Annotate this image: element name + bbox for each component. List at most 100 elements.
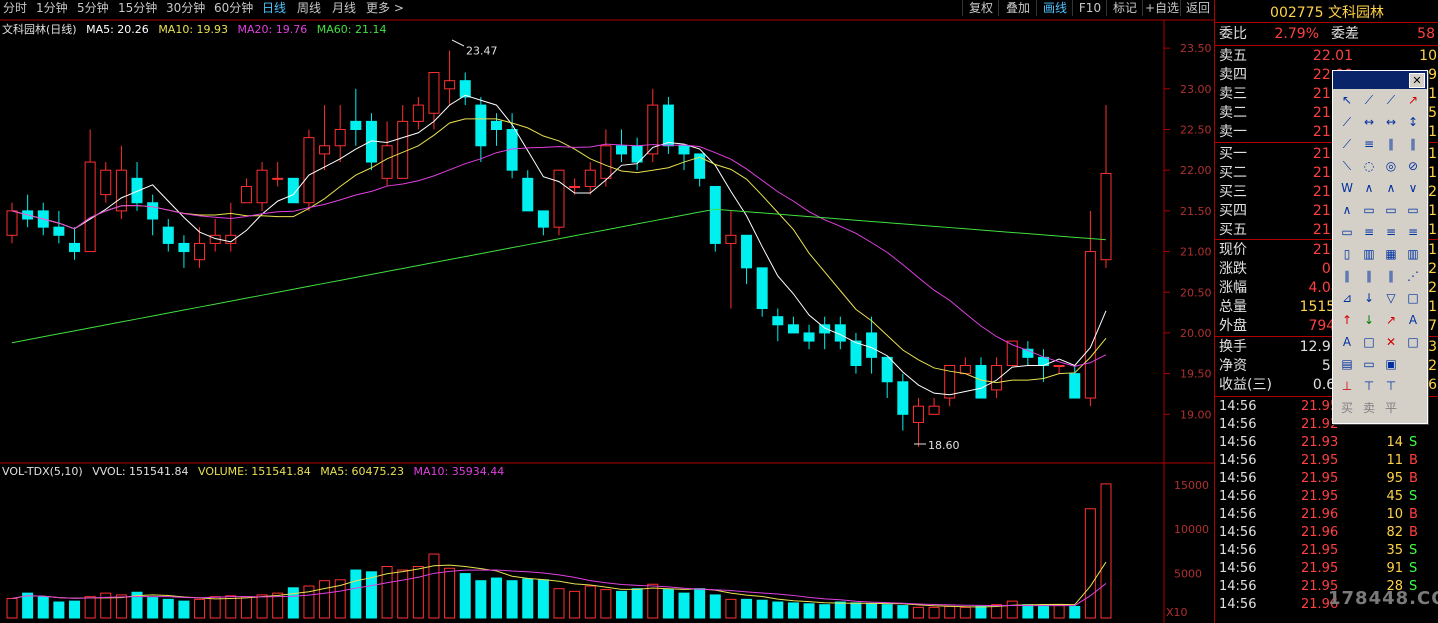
volume-bar [506, 580, 518, 619]
draw-tool-icon[interactable]: ⟍ [1337, 157, 1357, 175]
period-more[interactable]: 更多 > [366, 1, 404, 15]
ma10-label: MA10: 19.93 [158, 23, 229, 36]
draw-tool-icon[interactable]: ▯ [1337, 245, 1357, 263]
draw-tool-icon[interactable]: ◌ [1359, 157, 1379, 175]
period-60min[interactable]: 60分钟 [214, 1, 253, 15]
row-extra: 7 [1428, 318, 1437, 334]
draw-tool-icon[interactable]: □ [1359, 333, 1379, 351]
diejia-button[interactable]: 叠加 [998, 0, 1037, 16]
draw-tool-icon[interactable]: ↑ [1337, 311, 1357, 329]
draw-tool-icon[interactable]: 买 [1337, 399, 1357, 417]
volume-bar [350, 569, 362, 619]
draw-tool-icon[interactable]: ▥ [1359, 245, 1379, 263]
draw-tool-icon[interactable]: ↓ [1359, 311, 1379, 329]
draw-tool-icon[interactable]: ▭ [1359, 355, 1379, 373]
draw-tool-icon[interactable]: ↔ [1359, 113, 1379, 131]
period-monthly[interactable]: 月线 [332, 1, 356, 15]
candle-body [412, 104, 424, 122]
draw-tool-icon[interactable]: ∧ [1359, 179, 1379, 197]
draw-tool-icon[interactable]: ∥ [1337, 267, 1357, 285]
volume-bar [1006, 600, 1018, 619]
row-extra: 2 [1428, 280, 1437, 296]
draw-tool-icon[interactable]: ∧ [1337, 201, 1357, 219]
draw-tool-icon[interactable]: A [1337, 333, 1357, 351]
weicha-label: 委差 [1331, 26, 1359, 42]
draw-tool-icon[interactable]: ↔ [1381, 113, 1401, 131]
draw-tool-icon[interactable]: 平 [1381, 399, 1401, 417]
draw-tool-icon[interactable]: ▭ [1359, 201, 1379, 219]
draw-tool-icon[interactable]: ↗ [1381, 311, 1401, 329]
period-5min[interactable]: 5分钟 [77, 1, 109, 15]
draw-tool-icon[interactable]: ▭ [1403, 201, 1423, 219]
draw-tool-icon[interactable]: ∨ [1403, 179, 1423, 197]
period-15min[interactable]: 15分钟 [118, 1, 157, 15]
candle-body [866, 332, 878, 358]
draw-tool-icon[interactable]: ⊤ [1359, 377, 1379, 395]
draw-tool-icon[interactable]: ▭ [1381, 201, 1401, 219]
close-icon[interactable]: ✕ [1409, 73, 1425, 88]
draw-tool-icon[interactable]: ∥ [1359, 267, 1379, 285]
volume-bar [6, 597, 18, 619]
draw-tool-icon[interactable]: ✕ [1381, 333, 1401, 351]
draw-tool-icon[interactable]: □ [1403, 289, 1423, 307]
fuquan-button[interactable]: 复权 [962, 0, 999, 16]
volume-bar [1053, 605, 1065, 619]
draw-tool-icon[interactable]: ▭ [1337, 223, 1357, 241]
draw-tool-icon[interactable]: W [1337, 179, 1357, 197]
period-fenshi[interactable]: 分时 [3, 1, 27, 15]
draw-tool-icon[interactable]: ⟋ [1337, 113, 1357, 131]
tick-price: 21.95 [1301, 489, 1339, 504]
draw-tool-icon[interactable]: ⊥ [1337, 377, 1357, 395]
draw-tool-icon[interactable]: ∥ [1403, 135, 1423, 153]
period-weekly[interactable]: 周线 [297, 1, 321, 15]
draw-tool-icon[interactable]: ∥ [1381, 135, 1401, 153]
draw-tool-icon[interactable]: ⊿ [1337, 289, 1357, 307]
mark-button[interactable]: 标记 [1106, 0, 1143, 16]
draw-tool-icon[interactable]: A [1403, 311, 1423, 329]
price-tick-label: 21.00 [1180, 246, 1212, 259]
draw-tool-icon[interactable]: ↓ [1359, 289, 1379, 307]
period-daily[interactable]: 日线 [262, 1, 286, 15]
period-30min[interactable]: 30分钟 [166, 1, 205, 15]
add-watchlist-button[interactable]: +自选 [1142, 0, 1181, 16]
draw-tool-icon[interactable]: ◎ [1381, 157, 1401, 175]
kline-chart[interactable]: 23.50 23.00 22.50 22.00 21.50 21.00 20.50 20.00… [0, 0, 1214, 623]
row-value: 22.01 [1312, 48, 1353, 64]
draw-tool-icon[interactable]: ⋰ [1403, 267, 1423, 285]
draw-tool-icon[interactable]: ≡ [1381, 223, 1401, 241]
draw-tool-icon[interactable]: ⊘ [1403, 157, 1423, 175]
draw-tool-icon[interactable]: ≡ [1359, 223, 1379, 241]
volume-bar [553, 588, 565, 619]
volume-bar [772, 601, 784, 619]
draw-tool-icon[interactable]: ▽ [1381, 289, 1401, 307]
draw-tool-icon[interactable]: ↕ [1403, 113, 1423, 131]
volume-bar [256, 594, 268, 619]
vol-ma5-line [11, 561, 1107, 608]
draw-tool-icon[interactable]: ↖ [1337, 91, 1357, 109]
candle-body [662, 104, 674, 147]
draw-tool-icon[interactable]: ∥ [1381, 267, 1401, 285]
draw-tool-icon[interactable]: ▦ [1381, 245, 1401, 263]
tick-side: S [1409, 543, 1418, 558]
row-extra: 1 [1428, 203, 1437, 219]
draw-tool-icon[interactable]: □ [1403, 333, 1423, 351]
draw-tool-icon[interactable]: ≡ [1403, 223, 1423, 241]
draw-tool-icon[interactable]: ▣ [1381, 355, 1401, 373]
huaxian-button[interactable]: 画线 [1036, 0, 1073, 16]
draw-tool-icon[interactable]: ⟋ [1381, 91, 1401, 109]
period-1min[interactable]: 1分钟 [36, 1, 68, 15]
draw-tool-icon[interactable]: ≡ [1359, 135, 1379, 153]
draw-tool-icon[interactable]: 卖 [1359, 399, 1379, 417]
draw-tool-icon[interactable]: ⊤ [1381, 377, 1401, 395]
draw-tool-icon[interactable]: ↗ [1403, 91, 1423, 109]
draw-tool-icon[interactable]: ⟋ [1337, 135, 1357, 153]
draw-tool-icon[interactable]: ▥ [1403, 245, 1423, 263]
back-button[interactable]: 返回 [1180, 0, 1215, 16]
volume-bar [209, 596, 221, 619]
draw-tool-icon[interactable]: ⟋ [1359, 91, 1379, 109]
f10-button[interactable]: F10 [1072, 0, 1107, 16]
draw-tool-icon[interactable]: ∧ [1381, 179, 1401, 197]
period-toolbar: 分时 1分钟 5分钟 15分钟 30分钟 60分钟 日线 周线 月线 更多 > … [0, 0, 1214, 17]
candle-body [162, 226, 174, 244]
draw-tool-icon[interactable]: ▤ [1337, 355, 1357, 373]
